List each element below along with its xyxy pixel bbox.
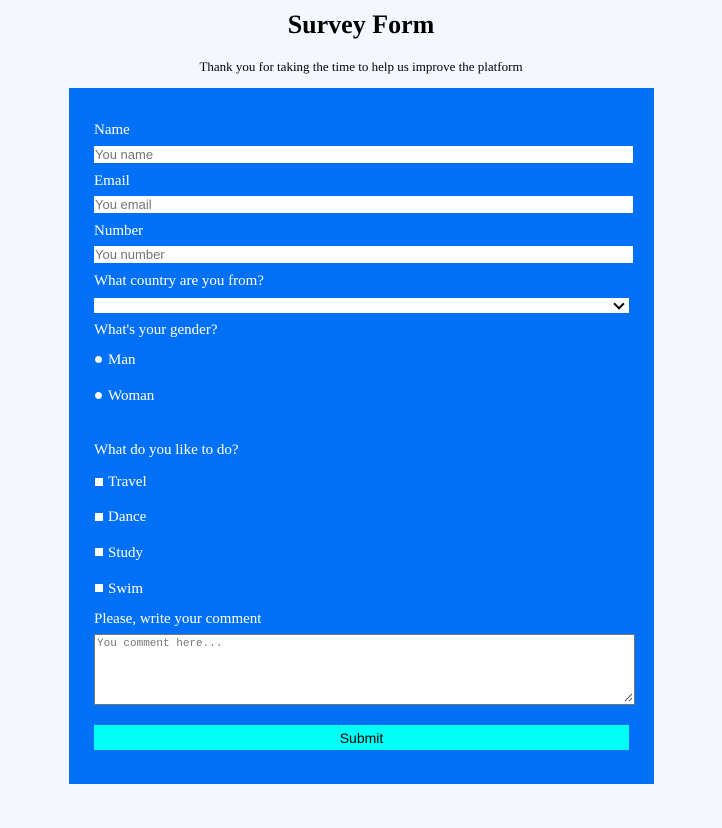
survey-form: Name Email Number What country are you f… [69, 88, 654, 784]
number-field[interactable] [94, 246, 633, 263]
email-label: Email [94, 173, 130, 189]
gender-radio-woman[interactable] [95, 392, 102, 399]
email-field[interactable] [94, 196, 633, 213]
name-label: Name [94, 122, 130, 138]
name-field[interactable] [94, 146, 633, 163]
gender-option-man: Man [108, 352, 136, 368]
gender-option-woman: Woman [108, 388, 155, 404]
page-title: Survey Form [287, 10, 435, 39]
gender-radio-man[interactable] [95, 356, 102, 363]
comment-label: Please, write your comment [94, 611, 262, 627]
comment-textarea[interactable] [94, 634, 635, 705]
page-description: Thank you for taking the time to help us… [199, 59, 523, 74]
chevron-down-icon [613, 298, 625, 310]
activity-option-study: Study [108, 545, 144, 561]
activities-label: What do you like to do? [94, 442, 239, 458]
country-label: What country are you from? [94, 273, 264, 289]
activity-checkbox-study[interactable] [95, 548, 103, 556]
resize-handle-icon[interactable] [624, 693, 633, 702]
activity-option-dance: Dance [108, 509, 147, 525]
activity-option-swim: Swim [108, 581, 144, 597]
activity-checkbox-swim[interactable] [95, 584, 103, 592]
activity-option-travel: Travel [108, 474, 147, 490]
country-dropdown[interactable] [94, 298, 629, 313]
number-label: Number [94, 223, 144, 239]
activity-checkbox-dance[interactable] [95, 513, 103, 521]
submit-button[interactable]: Submit [94, 725, 629, 750]
activity-checkbox-travel[interactable] [95, 478, 103, 486]
gender-label: What's your gender? [94, 322, 218, 338]
